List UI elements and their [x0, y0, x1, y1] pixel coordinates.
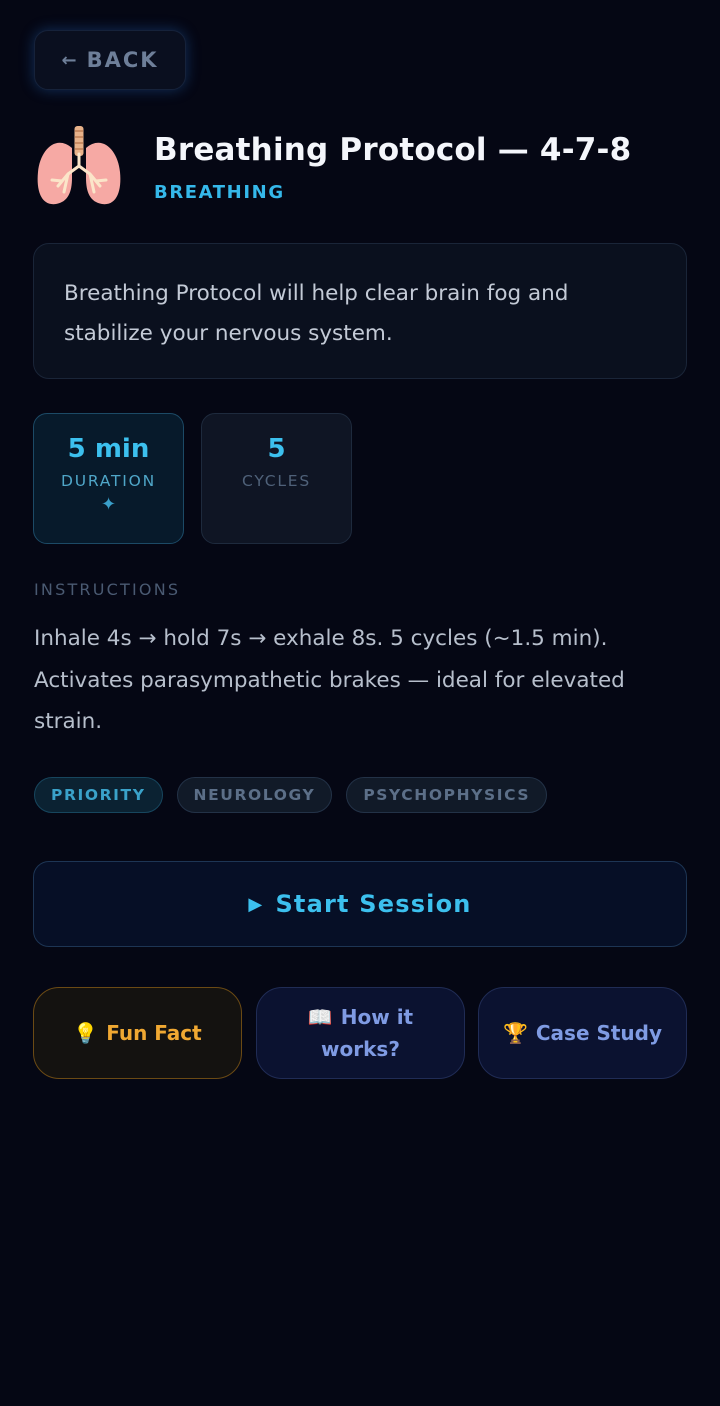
tag-psychophysics[interactable]: PSYCHOPHYSICS [346, 777, 548, 813]
stat-duration-card[interactable]: 5 min DURATION ✦ [33, 413, 184, 544]
tag-priority[interactable]: PRIORITY [34, 777, 163, 813]
how-it-works-button[interactable]: 📖 How it works? [256, 987, 465, 1079]
description-card: Breathing Protocol will help clear brain… [33, 243, 687, 379]
back-arrow-icon: ← [61, 49, 77, 71]
play-icon: ▶ [248, 893, 264, 915]
protocol-header: Breathing Protocol — 4-7-8 BREATHING [34, 126, 631, 210]
case-study-label: Case Study [535, 1021, 663, 1045]
book-icon: 📖 [307, 1005, 333, 1029]
back-button[interactable]: ← BACK [34, 30, 186, 90]
instructions-heading: INSTRUCTIONS [34, 580, 181, 599]
sparkle-icon: ✦ [100, 494, 117, 515]
stat-cycles-card[interactable]: 5 CYCLES [201, 413, 352, 544]
start-session-button[interactable]: ▶ Start Session [33, 861, 687, 947]
page-title: Breathing Protocol — 4-7-8 [154, 132, 632, 168]
stat-cycles-label: CYCLES [241, 472, 312, 490]
trophy-icon: 🏆 [502, 1021, 528, 1045]
lungs-icon [37, 126, 121, 205]
tag-neurology[interactable]: NEUROLOGY [176, 777, 333, 813]
tag-list: PRIORITY NEUROLOGY PSYCHOPHYSICS [34, 777, 548, 813]
start-session-label: Start Session [275, 890, 472, 918]
stat-cycles-value: 5 [267, 434, 286, 464]
fun-fact-label: Fun Fact [106, 1021, 202, 1045]
lightbulb-icon: 💡 [73, 1021, 99, 1045]
stat-duration-label: DURATION [60, 472, 157, 490]
instructions-text: Inhale 4s → hold 7s → exhale 8s. 5 cycle… [34, 626, 625, 734]
stat-duration-value: 5 min [67, 434, 150, 464]
fun-fact-button[interactable]: 💡 Fun Fact [33, 987, 242, 1079]
category-label: BREATHING [154, 182, 285, 203]
how-it-works-label: How it works? [321, 1005, 414, 1061]
case-study-button[interactable]: 🏆 Case Study [478, 987, 687, 1079]
back-label: BACK [86, 48, 159, 72]
protocol-detail-page: ← BACK Breathing Protocol — 4-7-8 BREATH… [0, 0, 720, 1406]
